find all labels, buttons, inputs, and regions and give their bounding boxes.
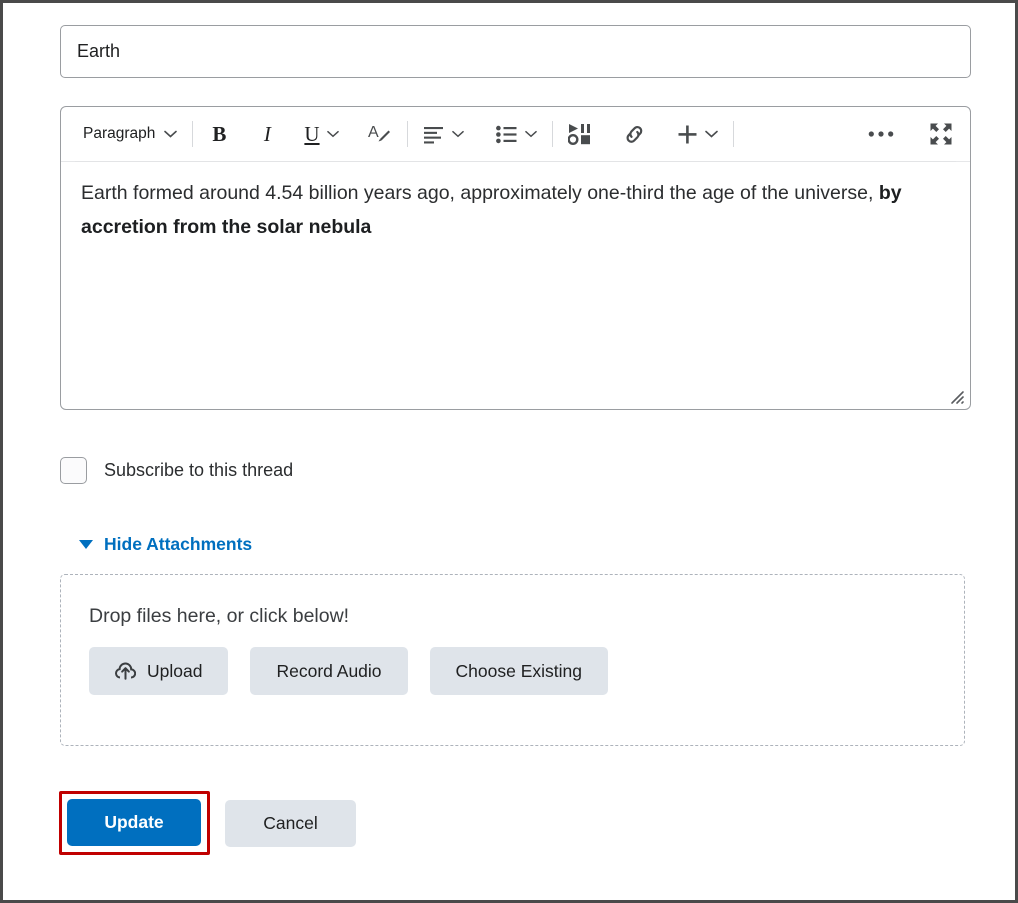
bold-icon[interactable]: B bbox=[204, 117, 234, 151]
record-audio-button[interactable]: Record Audio bbox=[250, 647, 408, 695]
text-style-icon[interactable]: A bbox=[363, 117, 396, 151]
resize-handle[interactable] bbox=[949, 389, 965, 405]
upload-button[interactable]: Upload bbox=[89, 647, 229, 695]
toolbar-divider bbox=[551, 121, 553, 147]
subscribe-checkbox[interactable] bbox=[60, 457, 87, 484]
chevron-down-icon bbox=[704, 125, 718, 143]
attachment-dropzone[interactable]: Drop files here, or click below! Upload … bbox=[60, 574, 965, 746]
paragraph-style-label: Paragraph bbox=[83, 125, 156, 142]
align-icon[interactable] bbox=[419, 117, 468, 151]
attachment-buttons: Upload Record Audio Choose Existing bbox=[89, 647, 964, 695]
link-icon[interactable] bbox=[618, 117, 651, 151]
subscribe-label: Subscribe to this thread bbox=[104, 460, 294, 480]
list-icon[interactable] bbox=[492, 117, 541, 151]
editor-content-area[interactable]: Earth formed around 4.54 billion years a… bbox=[61, 162, 970, 409]
dropzone-instruction: Drop files here, or click below! bbox=[89, 605, 350, 627]
edit-post-form: Paragraph B I U bbox=[3, 3, 1015, 900]
form-actions: Update Cancel bbox=[59, 791, 969, 855]
toolbar-divider bbox=[732, 121, 734, 147]
editor-toolbar: Paragraph B I U A bbox=[61, 107, 970, 162]
media-icon[interactable] bbox=[564, 117, 596, 151]
svg-text:A: A bbox=[368, 124, 379, 141]
toolbar-divider bbox=[192, 121, 194, 147]
hide-attachments-toggle[interactable]: Hide Attachments bbox=[79, 534, 252, 555]
rich-text-editor: Paragraph B I U A Earth formed around 4.… bbox=[60, 106, 971, 410]
chevron-down-icon bbox=[524, 125, 537, 143]
app-window: Paragraph B I U bbox=[0, 0, 1018, 903]
toolbar-divider bbox=[406, 121, 408, 147]
triangle-down-icon bbox=[79, 540, 93, 549]
fullscreen-icon[interactable] bbox=[925, 117, 957, 151]
upload-button-label: Upload bbox=[147, 660, 203, 681]
update-button-highlight: Update bbox=[59, 791, 210, 855]
plus-icon[interactable] bbox=[673, 117, 722, 151]
more-options-icon[interactable] bbox=[864, 117, 898, 151]
choose-existing-button[interactable]: Choose Existing bbox=[429, 647, 609, 695]
hide-attachments-label: Hide Attachments bbox=[104, 534, 253, 554]
italic-icon[interactable]: I bbox=[252, 117, 282, 151]
cloud-upload-icon bbox=[115, 661, 136, 681]
chevron-down-icon bbox=[326, 125, 339, 143]
underline-icon[interactable]: U bbox=[300, 117, 342, 151]
update-button[interactable]: Update bbox=[67, 799, 201, 846]
chevron-down-icon bbox=[164, 125, 178, 143]
subscribe-row: Subscribe to this thread bbox=[60, 457, 969, 484]
paragraph-style-dropdown[interactable]: Paragraph bbox=[75, 117, 181, 151]
cancel-button[interactable]: Cancel bbox=[225, 799, 356, 847]
editor-text-plain: Earth formed around 4.54 billion years a… bbox=[81, 182, 879, 204]
chevron-down-icon bbox=[451, 125, 464, 143]
record-audio-button-label: Record Audio bbox=[276, 660, 382, 681]
choose-existing-button-label: Choose Existing bbox=[455, 660, 583, 681]
title-input[interactable] bbox=[60, 25, 971, 78]
